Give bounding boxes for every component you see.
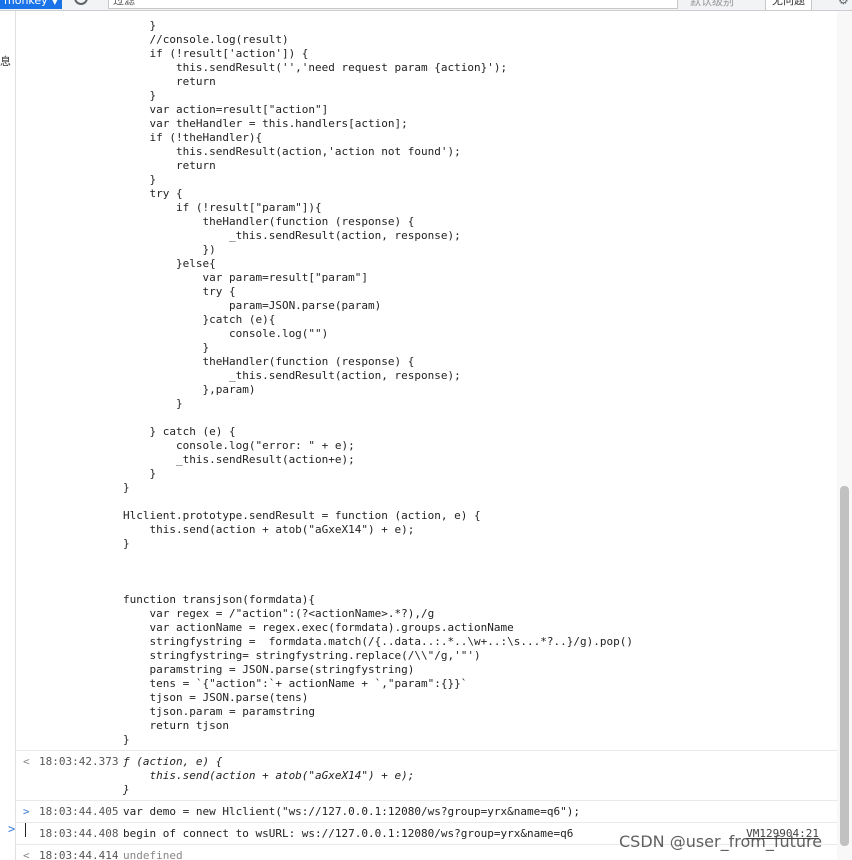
- entry-line: }: [123, 783, 130, 796]
- code-line: theHandler(function (response) {: [123, 355, 415, 368]
- entry-line: begin of connect to wsURL: ws://127.0.0.…: [123, 827, 574, 840]
- code-line: }: [123, 733, 130, 746]
- code-line: console.log("error: " + e);: [123, 439, 355, 452]
- timestamp: 18:03:44.408: [39, 827, 119, 840]
- code-line: return tjson: [123, 719, 229, 732]
- timestamp: 18:03:44.405: [39, 805, 119, 818]
- code-line: stringfystring = formdata.match(/{..data…: [123, 635, 633, 648]
- code-line: if (!result['action']) {: [123, 47, 309, 60]
- context-selector[interactable]: monkey ▼: [0, 0, 62, 9]
- entry-separator: [15, 750, 837, 751]
- code-line: if (!result["param"]){: [123, 201, 322, 214]
- timestamp: 18:03:42.373: [39, 755, 119, 768]
- console-sidebar: 息: [0, 11, 16, 860]
- code-line: var theHandler = this.handlers[action];: [123, 117, 408, 130]
- gear-icon[interactable]: ⚙: [838, 0, 849, 7]
- code-line: },param): [123, 383, 256, 396]
- code-line: } catch (e) {: [123, 425, 236, 438]
- code-line: _this.sendResult(action, response);: [123, 369, 461, 382]
- code-line: tjson.param = paramstring: [123, 705, 316, 718]
- code-line: }: [123, 89, 157, 102]
- code-line: }catch (e){: [123, 313, 276, 326]
- code-line: this.send(action + atob("aGxeX14") + e);: [123, 523, 415, 536]
- entry-line: var demo = new Hlclient("ws://127.0.0.1:…: [123, 805, 580, 818]
- code-line: this.sendResult(action,'action not found…: [123, 145, 461, 158]
- code-line: paramstring = JSON.parse(stringfystring): [123, 663, 415, 676]
- code-line: }else{: [123, 257, 216, 270]
- filter-input[interactable]: 过滤: [108, 0, 678, 9]
- console-toolbar: monkey ▼ 过滤 默认级别 无问题 ⚙: [0, 0, 852, 11]
- code-line: try {: [123, 187, 183, 200]
- entry-separator: [15, 822, 837, 823]
- input-marker-icon: >: [23, 805, 30, 818]
- code-line: _this.sendResult(action+e);: [123, 453, 355, 466]
- code-line: theHandler(function (response) {: [123, 215, 415, 228]
- code-line: function transjson(formdata){: [123, 593, 316, 606]
- code-line: this.sendResult('','need request param {…: [123, 61, 508, 74]
- live-expression-eye-icon[interactable]: [74, 0, 88, 5]
- code-line: Hlclient.prototype.sendResult = function…: [123, 509, 481, 522]
- code-line: return: [123, 75, 216, 88]
- code-line: return: [123, 159, 216, 172]
- code-line: }: [123, 19, 157, 32]
- code-line: if (!theHandler){: [123, 131, 263, 144]
- code-line: //console.log(result): [123, 33, 289, 46]
- code-line: var regex = /"action":(?<actionName>.*?)…: [123, 607, 435, 620]
- console-input-caret[interactable]: [25, 823, 26, 837]
- scrollbar[interactable]: [837, 11, 852, 860]
- code-line: }: [123, 467, 157, 480]
- timestamp: 18:03:44.414: [39, 849, 119, 860]
- entry-line: this.send(action + atob("aGxeX14") + e);: [123, 769, 415, 782]
- code-line: param=JSON.parse(param): [123, 299, 382, 312]
- issues-button[interactable]: 无问题: [765, 0, 812, 10]
- chevron-down-icon: ▼: [51, 0, 58, 6]
- code-line: }: [123, 341, 210, 354]
- code-line: tjson = JSON.parse(tens): [123, 691, 309, 704]
- log-levels-dropdown[interactable]: 默认级别: [690, 0, 734, 9]
- code-line: tens = `{"action":`+ actionName + `,"par…: [123, 677, 468, 690]
- console-prompt-icon: >: [8, 822, 16, 836]
- code-line: }: [123, 397, 183, 410]
- context-label: monkey: [4, 0, 48, 7]
- code-line: console.log(""): [123, 327, 329, 340]
- console-output: } //console.log(result) if (!result['act…: [15, 11, 837, 860]
- scrollbar-thumb[interactable]: [840, 486, 849, 846]
- entry-line: ƒ (action, e) {: [123, 755, 223, 768]
- watermark: CSDN @user_from_future: [619, 832, 823, 851]
- entry-line: undefined: [123, 849, 183, 860]
- code-line: }: [123, 481, 130, 494]
- entry-separator: [15, 800, 837, 801]
- sidebar-label: 息: [0, 55, 11, 68]
- code-line: }): [123, 243, 216, 256]
- code-line: var action=result["action"]: [123, 103, 329, 116]
- code-line: try {: [123, 285, 236, 298]
- code-line: }: [123, 537, 130, 550]
- result-marker-icon: <: [23, 755, 30, 768]
- code-line: var actionName = regex.exec(formdata).gr…: [123, 621, 514, 634]
- code-line: stringfystring= stringfystring.replace(/…: [123, 649, 481, 662]
- code-line: _this.sendResult(action, response);: [123, 229, 461, 242]
- code-line: var param=result["param"]: [123, 271, 369, 284]
- code-line: }: [123, 173, 157, 186]
- result-marker-icon: <: [23, 849, 30, 860]
